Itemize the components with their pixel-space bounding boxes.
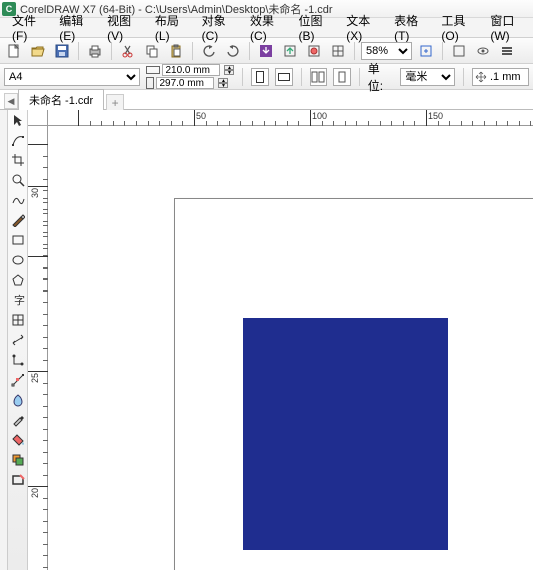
paste-button[interactable] <box>166 41 186 61</box>
menu-view[interactable]: 视图(V) <box>101 10 147 45</box>
shape-tool[interactable] <box>10 132 26 148</box>
ellipse-tool[interactable] <box>10 252 26 268</box>
drawing-canvas[interactable] <box>48 126 533 570</box>
nudge-icon <box>475 71 487 83</box>
transparency-tool[interactable] <box>10 392 26 408</box>
menu-file[interactable]: 文件(F) <box>6 10 51 45</box>
rectangle-tool[interactable] <box>10 232 26 248</box>
menu-tools[interactable]: 工具(O) <box>435 10 482 45</box>
text-tool[interactable]: 字 <box>10 292 26 308</box>
interactive-tool[interactable] <box>10 372 26 388</box>
separator <box>354 42 355 60</box>
dimension-tool[interactable] <box>10 332 26 348</box>
menu-window[interactable]: 窗口(W) <box>484 10 533 45</box>
canvas-area: 50100150200 302520 <box>28 110 533 570</box>
current-page-button[interactable] <box>333 68 351 86</box>
page-dimensions: ▲▼ ▲▼ <box>146 64 234 89</box>
separator <box>301 68 302 86</box>
menubar: 文件(F) 编辑(E) 视图(V) 布局(L) 对象(C) 效果(C) 位图(B… <box>0 18 533 38</box>
all-pages-button[interactable] <box>310 68 328 86</box>
menu-object[interactable]: 对象(C) <box>196 10 242 45</box>
menu-edit[interactable]: 编辑(E) <box>53 10 99 45</box>
nudge-input[interactable] <box>490 71 526 83</box>
freehand-tool[interactable] <box>10 192 26 208</box>
fill-tool[interactable] <box>10 432 26 448</box>
svg-text:字: 字 <box>14 293 25 307</box>
options-button[interactable] <box>497 41 517 61</box>
separator <box>192 42 193 60</box>
document-tab[interactable]: 未命名 -1.cdr <box>18 89 104 110</box>
landscape-button[interactable] <box>275 68 293 86</box>
copy-button[interactable] <box>142 41 162 61</box>
redo-button[interactable] <box>223 41 243 61</box>
export-button[interactable] <box>280 41 300 61</box>
menu-table[interactable]: 表格(T) <box>388 10 433 45</box>
eyedropper-tool[interactable] <box>10 412 26 428</box>
separator <box>78 42 79 60</box>
pick-tool[interactable] <box>10 112 26 128</box>
polygon-tool[interactable] <box>10 272 26 288</box>
units-select[interactable]: 毫米厘米英寸像素点 <box>400 68 455 86</box>
snap-button[interactable] <box>328 41 348 61</box>
zoom-tool[interactable] <box>10 172 26 188</box>
undo-button[interactable] <box>199 41 219 61</box>
vertical-ruler[interactable]: 302520 <box>28 126 48 570</box>
preview-button[interactable] <box>473 41 493 61</box>
separator <box>442 42 443 60</box>
table-tool[interactable] <box>10 312 26 328</box>
zoom-select[interactable]: 10%25%50%58%75%100%200%400% <box>361 42 412 60</box>
separator <box>359 68 360 86</box>
cut-button[interactable] <box>118 41 138 61</box>
portrait-button[interactable] <box>251 68 269 86</box>
new-button[interactable] <box>4 41 24 61</box>
ruler-origin[interactable] <box>28 110 48 126</box>
toolbox: 字 <box>8 110 28 570</box>
print-button[interactable] <box>85 41 105 61</box>
connector-tool[interactable] <box>10 352 26 368</box>
document-tabstrip: ◀ 未命名 -1.cdr + <box>0 90 533 110</box>
menu-layout[interactable]: 布局(L) <box>149 10 194 45</box>
import-button[interactable] <box>256 41 276 61</box>
left-strip <box>0 110 8 570</box>
smart-fill-tool[interactable] <box>10 452 26 468</box>
workspace: 字 50100150200 302520 <box>0 110 533 570</box>
fullscreen-button[interactable] <box>449 41 469 61</box>
save-button[interactable] <box>52 41 72 61</box>
zoom-fit-button[interactable] <box>416 41 436 61</box>
page-width-input[interactable] <box>165 64 217 76</box>
open-button[interactable] <box>28 41 48 61</box>
nudge-distance[interactable] <box>472 68 529 86</box>
height-icon <box>146 77 154 89</box>
outline-tool[interactable] <box>10 472 26 488</box>
menu-text[interactable]: 文本(X) <box>340 10 386 45</box>
page-height-input[interactable] <box>159 77 211 89</box>
width-spinner[interactable]: ▲▼ <box>224 65 234 75</box>
paper-size-select[interactable]: A4A3A5LetterLegal <box>4 68 140 86</box>
crop-tool[interactable] <box>10 152 26 168</box>
separator <box>242 68 243 86</box>
tab-scroll-left[interactable]: ◀ <box>4 93 18 109</box>
width-icon <box>146 66 160 74</box>
horizontal-ruler[interactable]: 50100150200 <box>48 110 533 126</box>
publish-button[interactable] <box>304 41 324 61</box>
rectangle-shape[interactable] <box>243 318 448 550</box>
artistic-media-tool[interactable] <box>10 212 26 228</box>
separator <box>111 42 112 60</box>
menu-bitmap[interactable]: 位图(B) <box>292 10 338 45</box>
menu-effects[interactable]: 效果(C) <box>244 10 290 45</box>
separator <box>463 68 464 86</box>
units-label: 单位: <box>368 60 395 94</box>
property-bar: A4A3A5LetterLegal ▲▼ ▲▼ 单位: 毫米厘米英寸像素点 <box>0 64 533 90</box>
separator <box>249 42 250 60</box>
tab-add-button[interactable]: + <box>106 94 124 110</box>
height-spinner[interactable]: ▲▼ <box>218 78 228 88</box>
